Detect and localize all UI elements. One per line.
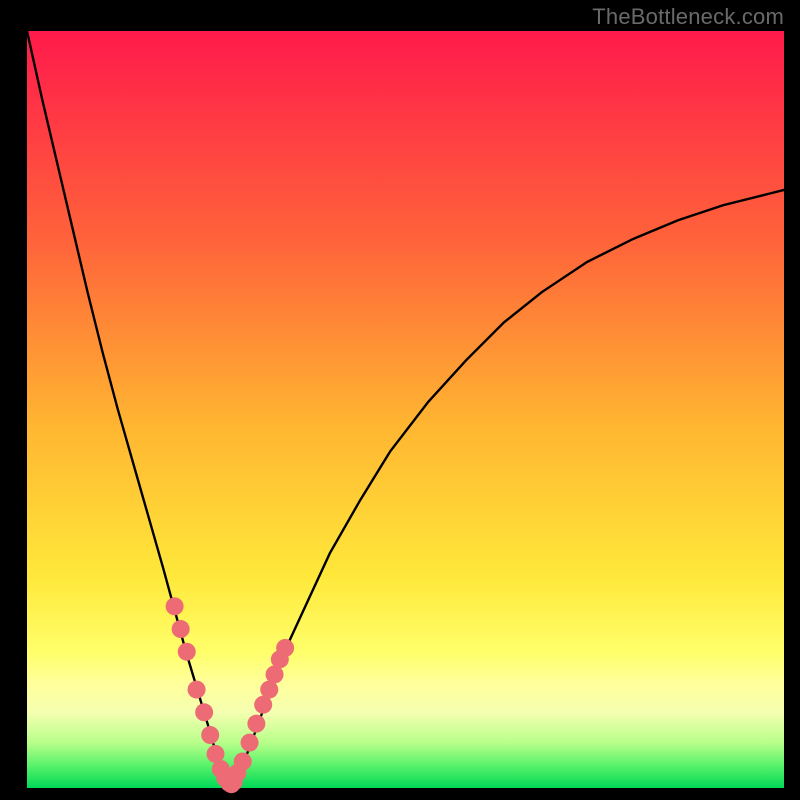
marker-bead <box>195 703 213 721</box>
marker-bead <box>201 726 219 744</box>
marker-bead <box>247 715 265 733</box>
marker-bead <box>172 620 190 638</box>
bottleneck-curve-chart <box>0 0 800 800</box>
marker-bead <box>241 734 259 752</box>
marker-bead <box>178 643 196 661</box>
plot-background <box>27 31 784 788</box>
figure-frame: TheBottleneck.com <box>0 0 800 800</box>
marker-bead <box>234 753 252 771</box>
marker-bead <box>188 681 206 699</box>
marker-bead <box>166 597 184 615</box>
marker-bead <box>276 639 294 657</box>
